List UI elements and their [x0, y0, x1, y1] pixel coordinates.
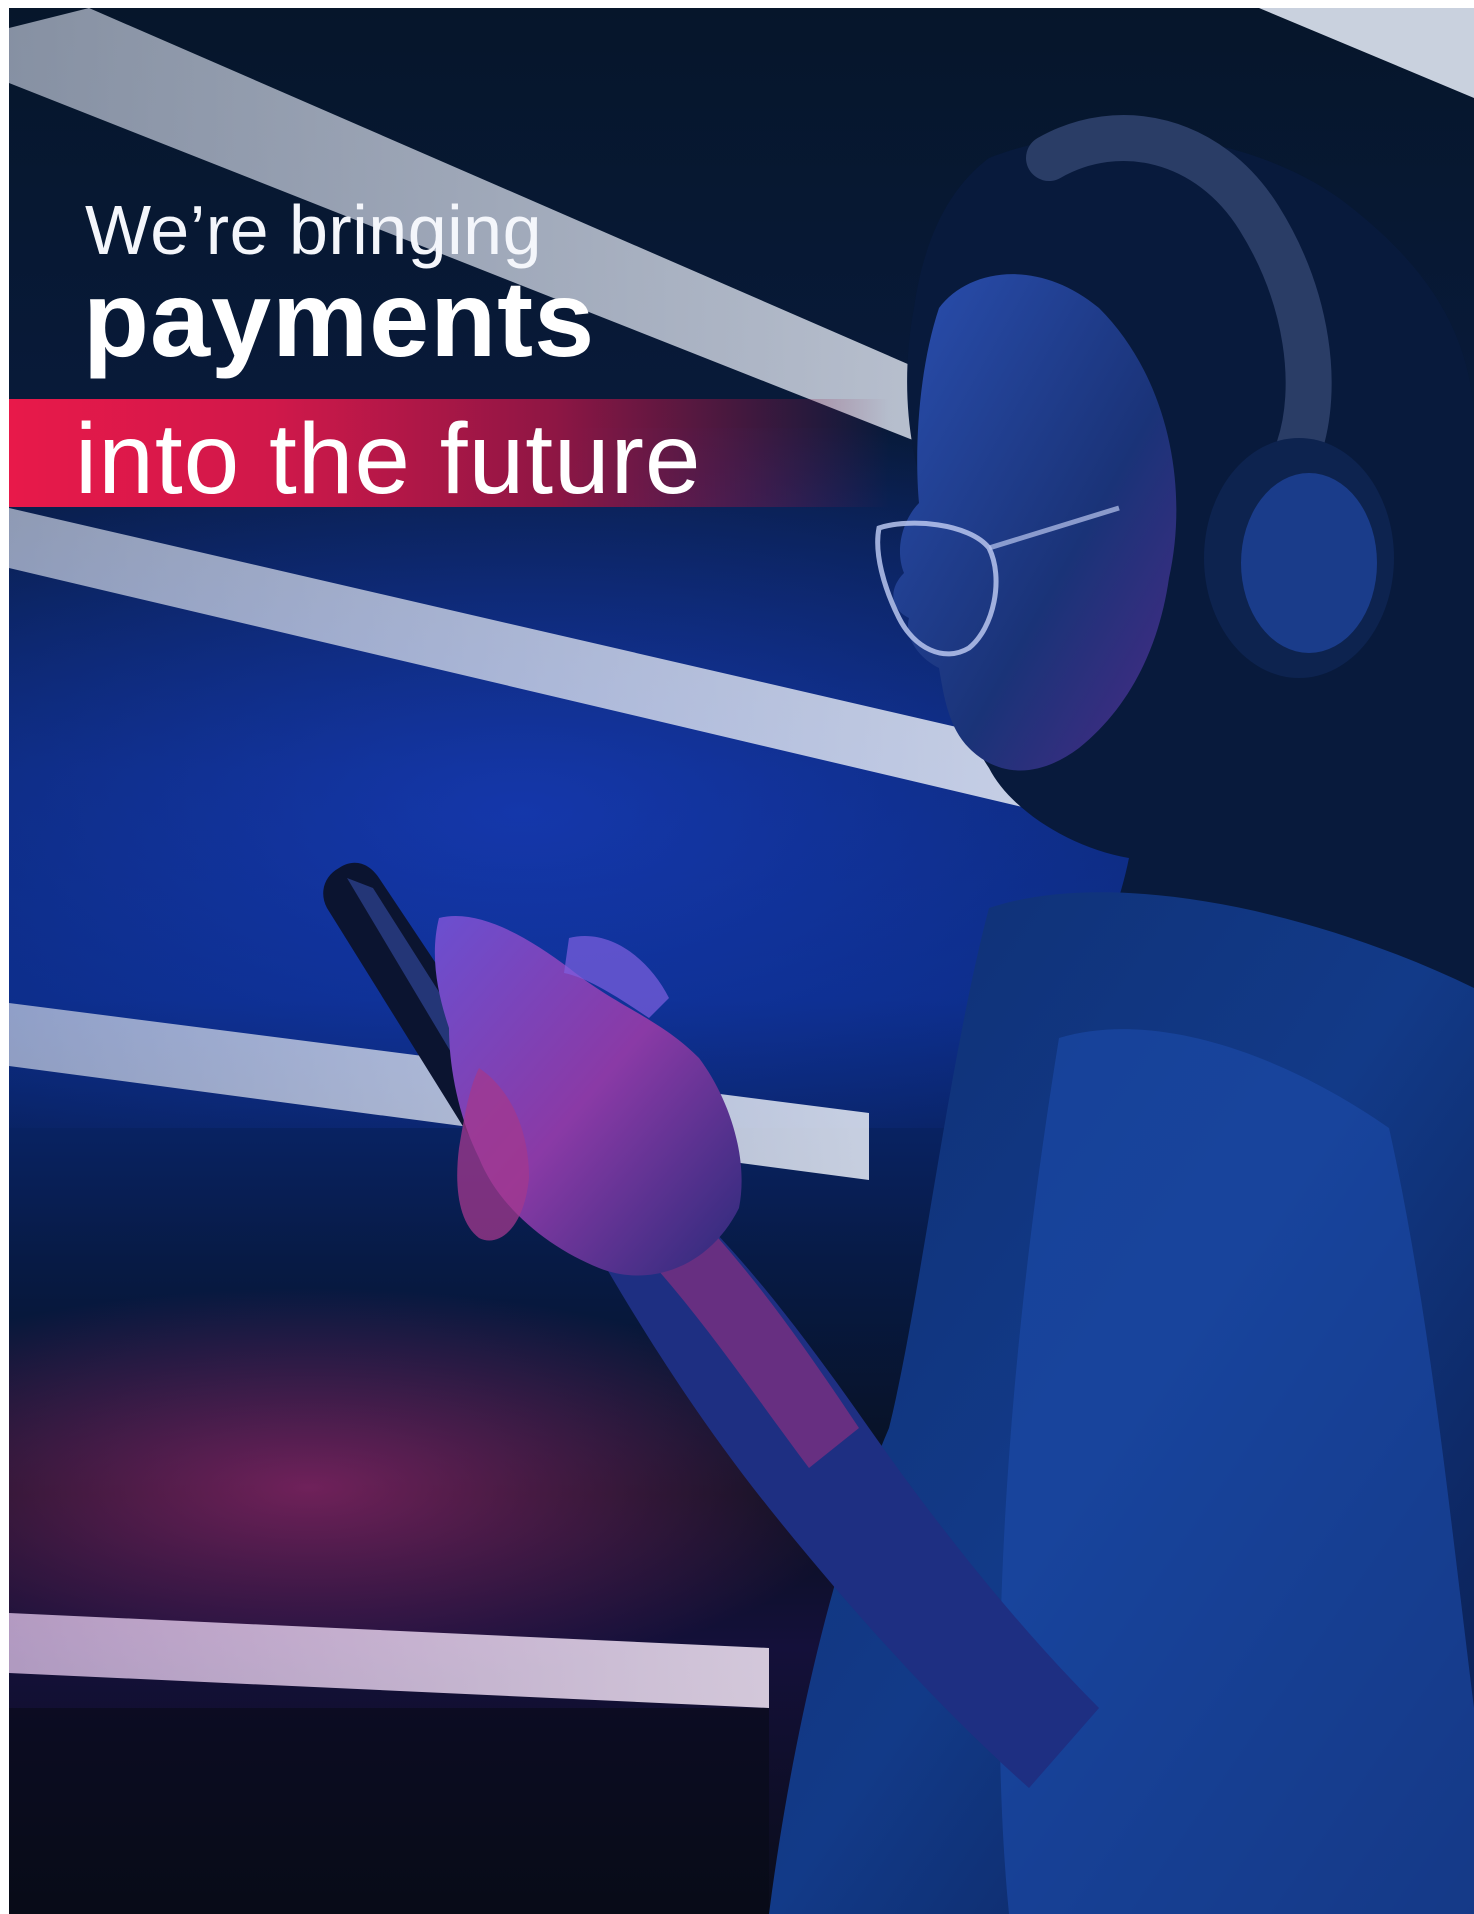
poster-image: We’re bringing payments into the future [9, 8, 1474, 1914]
headline-line-3: into the future [75, 403, 702, 515]
headline-line-2: payments [83, 258, 596, 379]
